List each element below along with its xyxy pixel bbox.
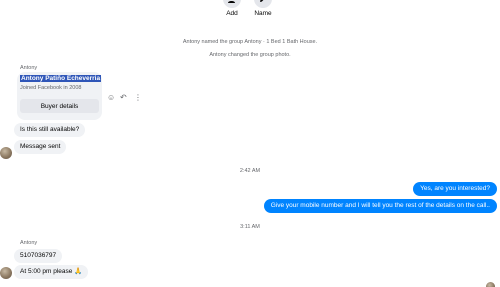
sender-name: Antony [20, 65, 38, 71]
incoming-message[interactable]: Is this still available? [14, 123, 86, 137]
buyer-profile-card: Antony Patiño Echeverria Joined Facebook… [17, 72, 102, 120]
sender-name: Antony [20, 240, 38, 246]
group-actions: Add Name [0, 0, 500, 24]
incoming-message[interactable]: At 5:00 pm please 🙏 [14, 265, 89, 279]
incoming-message[interactable]: Message sent [14, 140, 67, 154]
system-message-photo: Antony changed the group photo. [209, 52, 291, 58]
incoming-message[interactable]: 5107036797 [14, 249, 63, 263]
chat-thread: Add Name Antony named the group Antony ·… [0, 0, 500, 287]
seen-avatar [486, 282, 495, 287]
smiley-icon[interactable]: ☺ [107, 93, 115, 103]
message-actions: ☺ ↶ ⋮ [107, 93, 143, 103]
reply-icon[interactable]: ↶ [120, 93, 127, 103]
system-message-rename: Antony named the group Antony · 1 Bed 1 … [182, 39, 318, 45]
buyer-details-button[interactable]: Buyer details [20, 99, 99, 113]
timestamp: 3:11 AM [240, 224, 260, 230]
add-person-icon [223, 0, 241, 8]
pencil-icon [254, 0, 272, 8]
outgoing-message[interactable]: Yes, are you interested? [413, 182, 497, 196]
joined-info: Joined Facebook in 2008 [20, 85, 82, 91]
avatar[interactable] [0, 267, 12, 279]
buyer-name[interactable]: Antony Patiño Echeverria [20, 75, 102, 82]
timestamp: 2:42 AM [239, 168, 261, 174]
name-label: Name [254, 10, 272, 17]
name-button[interactable]: Name [243, 0, 283, 17]
avatar[interactable] [0, 147, 12, 159]
outgoing-message[interactable]: Give your mobile number and I will tell … [263, 199, 497, 213]
more-dots-icon[interactable]: ⋮ [134, 93, 142, 103]
